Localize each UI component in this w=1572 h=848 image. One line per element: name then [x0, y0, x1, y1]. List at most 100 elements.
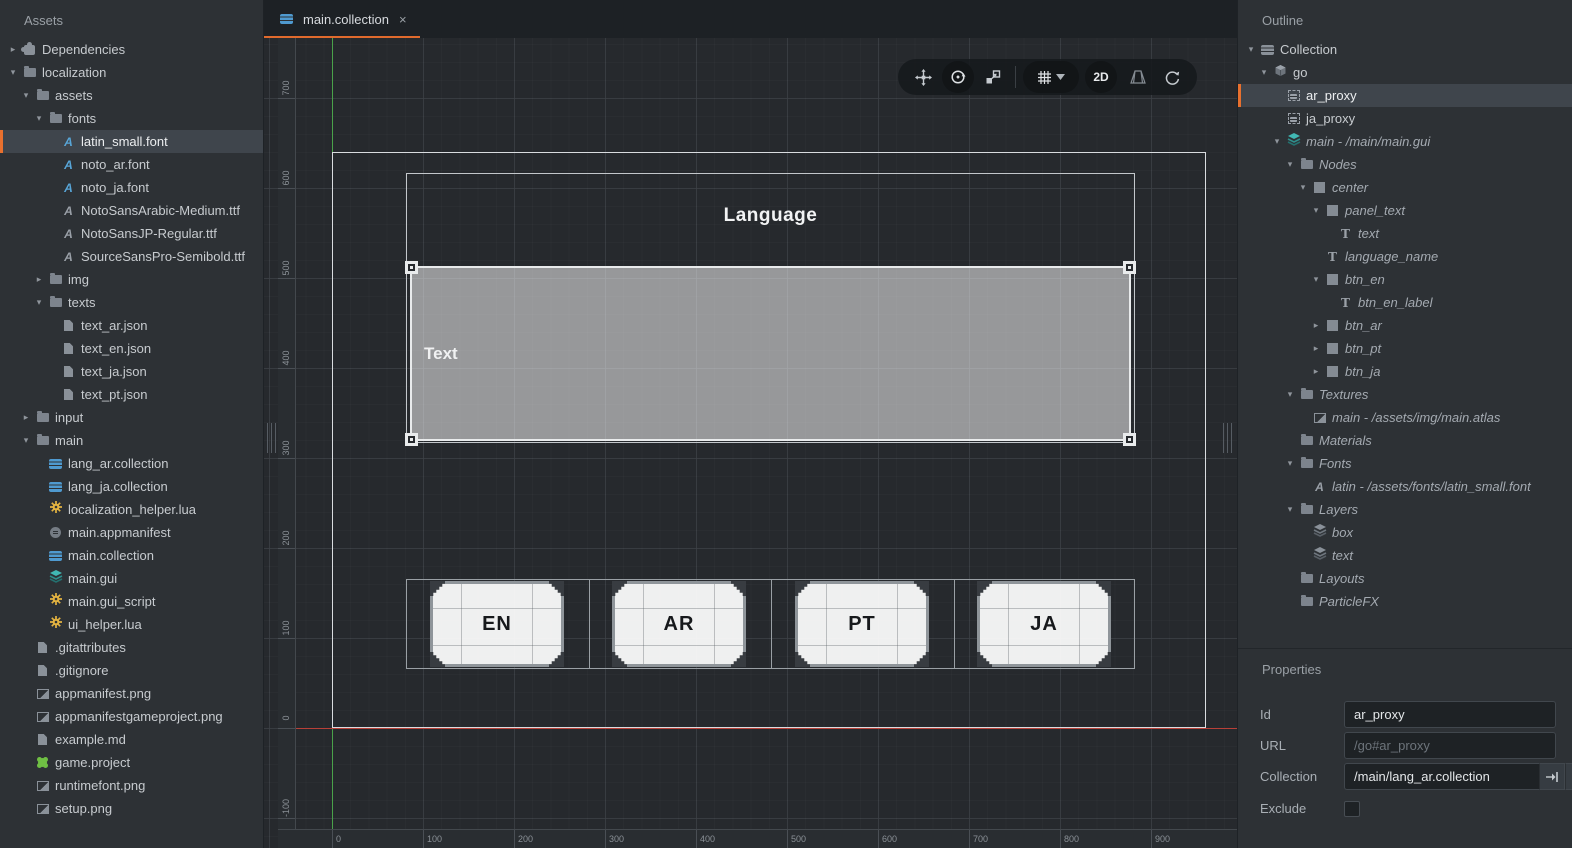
caret-down-icon[interactable]: ▾ — [6, 61, 20, 84]
caret-down-icon[interactable]: ▾ — [1283, 153, 1297, 176]
exclude-checkbox[interactable] — [1344, 801, 1360, 817]
asset-row-main-collection[interactable]: main.collection — [0, 544, 263, 567]
outline-row-btn-pt[interactable]: ▸btn_pt — [1238, 337, 1572, 360]
outline-row-textures[interactable]: ▾Textures — [1238, 383, 1572, 406]
asset-row-fonts[interactable]: ▾fonts — [0, 107, 263, 130]
outline-row-layouts[interactable]: Layouts — [1238, 567, 1572, 590]
panel-text-node[interactable]: Text — [410, 266, 1131, 441]
open-resource-button[interactable] — [1539, 763, 1565, 790]
move-tool-button[interactable] — [908, 62, 938, 92]
outline-row-main-assets-img-main-atlas[interactable]: main - /assets/img/main.atlas — [1238, 406, 1572, 429]
asset-row-gitignore[interactable]: .gitignore — [0, 659, 263, 682]
outline-row-panel-text[interactable]: ▾panel_text — [1238, 199, 1572, 222]
asset-row-input[interactable]: ▸input — [0, 406, 263, 429]
asset-row-setup-png[interactable]: setup.png — [0, 797, 263, 820]
right-splitter-grip[interactable] — [1223, 423, 1234, 453]
asset-row-noto-ja-font[interactable]: Anoto_ja.font — [0, 176, 263, 199]
refresh-view-button[interactable] — [1157, 62, 1187, 92]
outline-row-go[interactable]: ▾go — [1238, 61, 1572, 84]
caret-down-icon[interactable]: ▾ — [1283, 498, 1297, 521]
scene-viewport[interactable]: Language Text ENARPTJA 70060050040030020… — [264, 38, 1237, 848]
asset-row-text-ja-json[interactable]: text_ja.json — [0, 360, 263, 383]
outline-row-particlefx[interactable]: ParticleFX — [1238, 590, 1572, 613]
asset-row-main-gui-script[interactable]: main.gui_script — [0, 590, 263, 613]
outline-row-fonts[interactable]: ▾Fonts — [1238, 452, 1572, 475]
asset-row-gitattributes[interactable]: .gitattributes — [0, 636, 263, 659]
caret-down-icon[interactable]: ▾ — [1270, 130, 1284, 153]
outline-row-materials[interactable]: Materials — [1238, 429, 1572, 452]
outline-row-center[interactable]: ▾center — [1238, 176, 1572, 199]
asset-row-localization-helper-lua[interactable]: localization_helper.lua — [0, 498, 263, 521]
grid-settings-button[interactable] — [1023, 61, 1079, 93]
caret-right-icon[interactable]: ▸ — [1309, 360, 1323, 383]
asset-row-ui-helper-lua[interactable]: ui_helper.lua — [0, 613, 263, 636]
outline-row-btn-ar[interactable]: ▸btn_ar — [1238, 314, 1572, 337]
outline-row-ja-proxy[interactable]: ja_proxy — [1238, 107, 1572, 130]
caret-down-icon[interactable]: ▾ — [1309, 268, 1323, 291]
scene-button-en[interactable]: EN — [430, 581, 564, 667]
asset-row-text-en-json[interactable]: text_en.json — [0, 337, 263, 360]
rotate-tool-button[interactable] — [942, 61, 974, 93]
caret-down-icon[interactable]: ▾ — [1283, 383, 1297, 406]
asset-row-latin-small-font[interactable]: Alatin_small.font — [0, 130, 263, 153]
outline-row-collection[interactable]: ▾Collection — [1238, 38, 1572, 61]
asset-row-main[interactable]: ▾main — [0, 429, 263, 452]
asset-row-lang-ja-collection[interactable]: lang_ja.collection — [0, 475, 263, 498]
outline-row-btn-ja[interactable]: ▸btn_ja — [1238, 360, 1572, 383]
outline-row-box[interactable]: box — [1238, 521, 1572, 544]
asset-row-assets[interactable]: ▾assets — [0, 84, 263, 107]
asset-row-dependencies[interactable]: ▸Dependencies — [0, 38, 263, 61]
asset-row-sourcesanspro-semibold-ttf[interactable]: ASourceSansPro-Semibold.ttf — [0, 245, 263, 268]
scene-button-ar[interactable]: AR — [612, 581, 746, 667]
outline-row-nodes[interactable]: ▾Nodes — [1238, 153, 1572, 176]
tab-close-icon[interactable]: × — [399, 12, 407, 27]
scene-button-ja[interactable]: JA — [977, 581, 1111, 667]
language-title-text[interactable]: Language — [406, 205, 1135, 227]
caret-right-icon[interactable]: ▸ — [19, 406, 33, 429]
caret-right-icon[interactable]: ▸ — [6, 38, 20, 61]
scale-tool-button[interactable] — [978, 62, 1008, 92]
caret-down-icon[interactable]: ▾ — [1309, 199, 1323, 222]
asset-row-lang-ar-collection[interactable]: lang_ar.collection — [0, 452, 263, 475]
caret-down-icon[interactable]: ▾ — [1244, 38, 1258, 61]
scene-button-pt[interactable]: PT — [795, 581, 929, 667]
outline-row-layers[interactable]: ▾Layers — [1238, 498, 1572, 521]
caret-down-icon[interactable]: ▾ — [32, 291, 46, 314]
asset-row-localization[interactable]: ▾localization — [0, 61, 263, 84]
outline-row-btn-en-label[interactable]: Tbtn_en_label — [1238, 291, 1572, 314]
caret-down-icon[interactable]: ▾ — [1283, 452, 1297, 475]
collection-input[interactable] — [1344, 763, 1539, 790]
caret-down-icon[interactable]: ▾ — [19, 84, 33, 107]
asset-row-example-md[interactable]: example.md — [0, 728, 263, 751]
asset-row-appmanifestgameproject-png[interactable]: appmanifestgameproject.png — [0, 705, 263, 728]
asset-row-game-project[interactable]: game.project — [0, 751, 263, 774]
caret-right-icon[interactable]: ▸ — [1309, 314, 1323, 337]
asset-row-main-appmanifest[interactable]: main.appmanifest — [0, 521, 263, 544]
outline-row-text[interactable]: Ttext — [1238, 222, 1572, 245]
asset-row-notosansarabic-medium-ttf[interactable]: ANotoSansArabic-Medium.ttf — [0, 199, 263, 222]
browse-collection-button[interactable]: ... — [1565, 763, 1572, 790]
asset-row-main-gui[interactable]: main.gui — [0, 567, 263, 590]
asset-row-notosansjp-regular-ttf[interactable]: ANotoSansJP-Regular.ttf — [0, 222, 263, 245]
left-splitter-grip[interactable] — [267, 423, 278, 453]
outline-row-latin-assets-fonts-latin-small-font[interactable]: Alatin - /assets/fonts/latin_small.font — [1238, 475, 1572, 498]
outline-row-main-main-main-gui[interactable]: ▾main - /main/main.gui — [1238, 130, 1572, 153]
asset-row-runtimefont-png[interactable]: runtimefont.png — [0, 774, 263, 797]
asset-row-appmanifest-png[interactable]: appmanifest.png — [0, 682, 263, 705]
caret-right-icon[interactable]: ▸ — [1309, 337, 1323, 360]
asset-row-img[interactable]: ▸img — [0, 268, 263, 291]
asset-row-texts[interactable]: ▾texts — [0, 291, 263, 314]
caret-down-icon[interactable]: ▾ — [19, 429, 33, 452]
asset-row-text-ar-json[interactable]: text_ar.json — [0, 314, 263, 337]
caret-down-icon[interactable]: ▾ — [1257, 61, 1271, 84]
caret-down-icon[interactable]: ▾ — [1296, 176, 1310, 199]
outline-row-language-name[interactable]: Tlanguage_name — [1238, 245, 1572, 268]
asset-row-noto-ar-font[interactable]: Anoto_ar.font — [0, 153, 263, 176]
outline-row-text[interactable]: text — [1238, 544, 1572, 567]
tab-main-collection[interactable]: main.collection × — [264, 0, 420, 38]
caret-down-icon[interactable]: ▾ — [32, 107, 46, 130]
outline-row-ar-proxy[interactable]: ar_proxy — [1238, 84, 1572, 107]
asset-row-text-pt-json[interactable]: text_pt.json — [0, 383, 263, 406]
frustum-culling-button[interactable] — [1123, 62, 1153, 92]
2d-mode-button[interactable]: 2D — [1085, 61, 1117, 93]
